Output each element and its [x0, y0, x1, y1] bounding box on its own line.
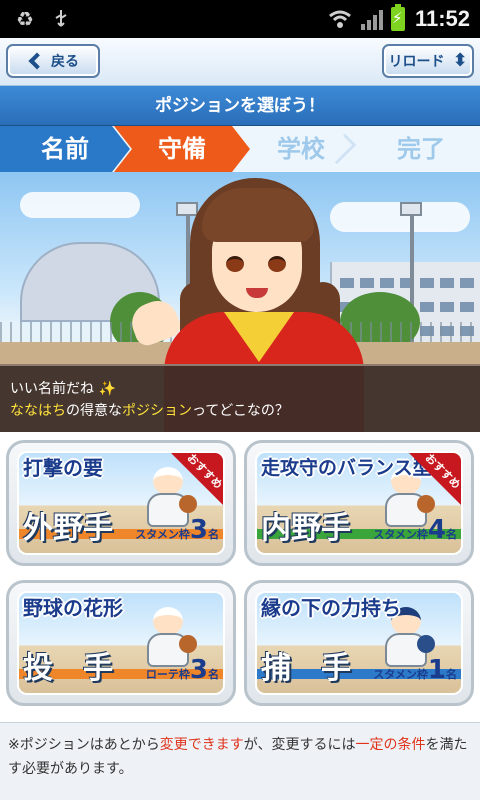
slot-label: スタメン枠	[373, 668, 428, 681]
slot-label: スタメン枠	[373, 528, 428, 541]
slot-unit: 名	[208, 528, 219, 541]
card-position-name: 捕 手	[261, 651, 351, 686]
card-catchphrase: 走攻守のバランス型	[261, 457, 432, 479]
footnote-text: ※ポジションはあとから	[8, 737, 160, 753]
battery-charging-icon: ⚡	[390, 4, 405, 31]
footnote-highlight: 変更できます	[159, 737, 244, 753]
position-card-catcher[interactable]: 縁の下の力持ち 捕 手 スタメン枠1名	[244, 580, 474, 706]
back-button[interactable]: 戻る	[6, 44, 100, 78]
step-defense: 守備	[114, 126, 250, 172]
dialog-text: の得意な	[66, 403, 122, 419]
status-bar: ♻ ⚡ 11:52	[0, 0, 480, 38]
card-slot-info: スタメン枠3名	[135, 515, 219, 545]
chevron-left-icon	[28, 52, 46, 70]
sparkle-icon: ✨	[98, 381, 116, 397]
position-card-infielder[interactable]: 走攻守のバランス型 内野手 スタメン枠4名 おすすめ	[244, 440, 474, 566]
page-title: ポジションを選ぼう！	[0, 86, 480, 126]
card-catchphrase: 縁の下の力持ち	[261, 596, 401, 620]
reload-label: リロード	[388, 54, 445, 70]
slot-unit: 名	[446, 528, 457, 541]
reload-button[interactable]: リロード ⬍	[382, 44, 474, 78]
card-slot-info: ローテ枠3名	[146, 655, 219, 685]
slot-count: 3	[189, 515, 208, 545]
card-catchphrase: 野球の花形	[23, 596, 123, 620]
card-position-name: 内野手	[261, 511, 351, 546]
dialog-text: ってどこなの？	[192, 403, 289, 419]
card-slot-info: スタメン枠4名	[373, 515, 457, 545]
reload-arrow-icon: ⬍	[452, 50, 468, 71]
usb-icon	[50, 8, 72, 30]
step-complete: 完了	[397, 135, 445, 163]
dialog-keyword: ポジション	[122, 403, 192, 419]
step-name: 名前	[0, 126, 130, 172]
dialog-line-2: ななはちの得意なポジションってどこなの？	[10, 400, 470, 422]
footnote-text: が、変更するには	[243, 737, 356, 753]
slot-count: 3	[189, 655, 208, 685]
slot-unit: 名	[446, 668, 457, 681]
nav-bar: 戻る リロード ⬍	[0, 38, 480, 86]
progress-stepper: 名前 守備 学校 完了	[0, 126, 480, 172]
dialog-box: いい名前だね ✨ ななはちの得意なポジションってどこなの？	[0, 364, 480, 432]
dialog-text: いい名前だね	[10, 381, 94, 397]
slot-label: スタメン枠	[135, 528, 190, 541]
cloud	[20, 192, 140, 218]
slot-label: ローテ枠	[145, 668, 190, 681]
position-cards: 打撃の要 外野手 スタメン枠3名 おすすめ 走攻守のバランス型 内野手 スタメン…	[0, 432, 480, 722]
clock: 11:52	[414, 6, 470, 31]
back-label: 戻る	[51, 54, 79, 70]
player-name: ななはち	[10, 403, 66, 419]
card-position-name: 外野手	[23, 511, 113, 546]
slot-count: 4	[427, 515, 446, 545]
slot-count: 1	[427, 655, 446, 685]
stadium-light	[400, 202, 422, 216]
wifi-icon	[327, 8, 351, 30]
step-school: 学校	[277, 135, 325, 163]
position-card-outfielder[interactable]: 打撃の要 外野手 スタメン枠3名 おすすめ	[6, 440, 236, 566]
footnote: ※ポジションはあとから変更できますが、変更するには一定の条件を満たす必要がありま…	[0, 722, 480, 800]
card-position-name: 投 手	[23, 651, 113, 686]
slot-unit: 名	[208, 668, 219, 681]
card-catchphrase: 打撃の要	[23, 456, 103, 480]
signal-icon	[359, 8, 383, 30]
recycle-icon: ♻	[16, 7, 34, 31]
dialog-line-1: いい名前だね ✨	[10, 378, 470, 400]
position-card-pitcher[interactable]: 野球の花形 投 手 ローテ枠3名	[6, 580, 236, 706]
card-slot-info: スタメン枠1名	[373, 655, 457, 685]
footnote-highlight: 一定の条件	[355, 737, 426, 753]
